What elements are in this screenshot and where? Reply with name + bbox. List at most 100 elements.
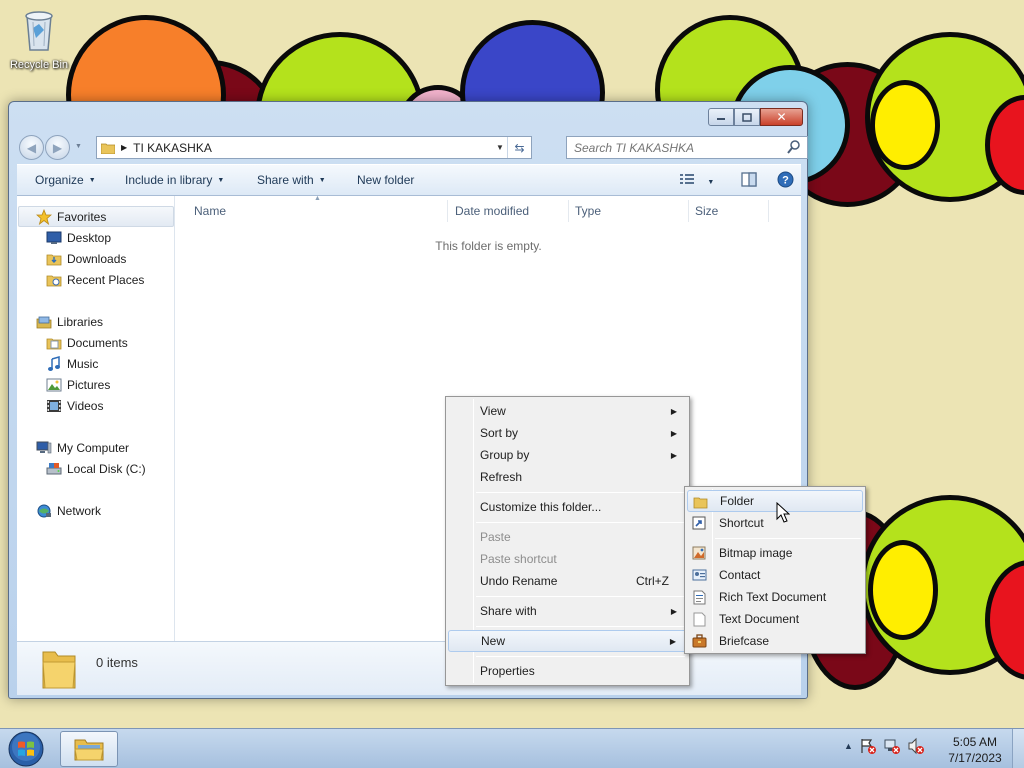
taskbar-explorer-button[interactable] [60, 731, 118, 767]
minimize-icon [717, 118, 725, 120]
submenu-item-text-document[interactable]: Text Document [687, 608, 863, 630]
wallpaper-circle [868, 540, 938, 640]
shortcut-icon [691, 515, 707, 531]
view-options-button[interactable]: ▼ [679, 172, 714, 189]
music-icon [46, 355, 62, 372]
search-input[interactable] [574, 140, 784, 155]
nav-item-downloads[interactable]: Downloads [46, 248, 126, 269]
nav-item-libraries[interactable]: Libraries [36, 311, 103, 332]
nav-item-pictures[interactable]: Pictures [46, 374, 110, 395]
briefcase-icon [691, 633, 707, 649]
nav-item-favorites[interactable]: Favorites [18, 206, 174, 227]
folder-icon [692, 494, 708, 510]
nav-item-documents[interactable]: Documents [46, 332, 128, 353]
help-icon: ? [777, 171, 794, 188]
recycle-bin-shortcut[interactable]: Recycle Bin [6, 6, 72, 71]
submenu-item-contact[interactable]: Contact [687, 564, 863, 586]
show-hidden-icons-button[interactable]: ▲ [844, 741, 853, 751]
submenu-item-bitmap-image[interactable]: Bitmap image [687, 542, 863, 564]
column-divider[interactable] [768, 200, 769, 222]
menu-item-view[interactable]: View ▶ [448, 400, 687, 422]
refresh-button[interactable]: ⇆ [507, 137, 531, 158]
nav-label: Favorites [57, 209, 107, 224]
include-in-library-menu[interactable]: Include in library ▼ [125, 173, 224, 187]
nav-item-desktop[interactable]: Desktop [46, 227, 111, 248]
nav-label: Local Disk (C:) [67, 461, 146, 476]
action-center-flag-icon[interactable] [859, 737, 877, 755]
column-header-type[interactable]: Type [575, 204, 601, 218]
menu-item-refresh[interactable]: Refresh [448, 466, 687, 488]
nav-item-network[interactable]: Network [36, 500, 101, 521]
share-with-label: Share with [257, 173, 314, 187]
submenu-item-rich-text-document[interactable]: Rich Text Document [687, 586, 863, 608]
minimize-button[interactable] [708, 108, 734, 126]
address-dropdown-icon[interactable]: ▼ [493, 143, 507, 152]
menu-item-label: Rich Text Document [719, 590, 827, 604]
back-button[interactable]: ◀ [19, 135, 44, 160]
recycle-bin-label: Recycle Bin [9, 59, 69, 71]
share-with-menu[interactable]: Share with ▼ [257, 173, 326, 187]
show-desktop-button[interactable] [1012, 729, 1024, 768]
breadcrumb-folder[interactable]: TI KAKASHKA [133, 141, 212, 155]
new-submenu: Folder Shortcut Bitmap image Contact Ric… [684, 486, 866, 654]
taskbar-clock[interactable]: 5:05 AM 7/17/2023 [940, 734, 1010, 766]
contact-icon [691, 567, 707, 583]
organize-menu[interactable]: Organize ▼ [35, 173, 96, 187]
menu-item-customize-folder[interactable]: Customize this folder... [448, 496, 687, 518]
menu-item-properties[interactable]: Properties [448, 660, 687, 682]
menu-item-undo-rename[interactable]: Undo Rename Ctrl+Z [448, 570, 687, 592]
navigation-pane: Favorites Desktop Downloads Recent Place… [17, 196, 175, 641]
column-header-name[interactable]: Name [194, 204, 226, 218]
recent-places-icon [46, 272, 62, 288]
wallpaper-circle [870, 80, 940, 170]
nav-item-recent-places[interactable]: Recent Places [46, 269, 144, 290]
recent-pages-dropdown[interactable]: ▼ [75, 143, 82, 150]
column-header-size[interactable]: Size [695, 204, 718, 218]
forward-button[interactable]: ▶ [45, 135, 70, 160]
column-divider[interactable] [568, 200, 569, 222]
menu-item-paste: Paste [448, 526, 687, 548]
submenu-item-shortcut[interactable]: Shortcut [687, 512, 863, 534]
menu-item-share-with[interactable]: Share with ▶ [448, 600, 687, 622]
recycle-bin-icon [25, 11, 53, 51]
close-icon: ✕ [776, 110, 787, 124]
close-button[interactable]: ✕ [760, 108, 803, 126]
window-controls: ✕ [708, 108, 803, 126]
menu-item-label: Text Document [719, 612, 800, 626]
forward-arrow-icon: ▶ [52, 140, 63, 155]
submenu-arrow-icon: ▶ [670, 450, 677, 460]
nav-item-videos[interactable]: Videos [46, 395, 103, 416]
maximize-button[interactable] [734, 108, 760, 126]
dropdown-arrow-icon: ▼ [707, 179, 715, 186]
column-divider[interactable] [688, 200, 689, 222]
column-divider[interactable] [447, 200, 448, 222]
submenu-item-briefcase[interactable]: Briefcase [687, 630, 863, 652]
desktop-icon [46, 230, 62, 246]
menu-separator [476, 656, 685, 657]
nav-item-my-computer[interactable]: My Computer [36, 437, 129, 458]
menu-item-label: Shortcut [719, 516, 764, 530]
menu-item-new[interactable]: New ▶ [448, 630, 687, 652]
submenu-item-folder[interactable]: Folder [687, 490, 863, 512]
menu-item-sort-by[interactable]: Sort by ▶ [448, 422, 687, 444]
preview-pane-button[interactable] [741, 172, 757, 190]
breadcrumb-separator-icon[interactable]: ▶ [121, 143, 127, 152]
search-box[interactable] [566, 136, 808, 159]
bitmap-image-icon [691, 545, 707, 561]
menu-item-label: New [481, 634, 506, 648]
start-button[interactable] [4, 731, 48, 767]
nav-item-music[interactable]: Music [46, 353, 98, 374]
search-icon[interactable] [787, 140, 801, 154]
volume-muted-icon[interactable] [907, 737, 925, 755]
submenu-arrow-icon: ▶ [669, 636, 676, 646]
network-status-icon[interactable] [883, 737, 901, 755]
menu-item-label: Share with [480, 604, 537, 618]
new-folder-button[interactable]: New folder [357, 173, 414, 187]
menu-item-group-by[interactable]: Group by ▶ [448, 444, 687, 466]
star-icon [36, 208, 52, 225]
help-button[interactable]: ? [777, 171, 794, 191]
nav-item-local-disk[interactable]: Local Disk (C:) [46, 458, 146, 479]
sort-indicator-icon: ▲ [314, 195, 321, 202]
column-header-date-modified[interactable]: Date modified [455, 204, 529, 218]
address-bar[interactable]: ▶ TI KAKASHKA ▼ ⇆ [96, 136, 532, 159]
